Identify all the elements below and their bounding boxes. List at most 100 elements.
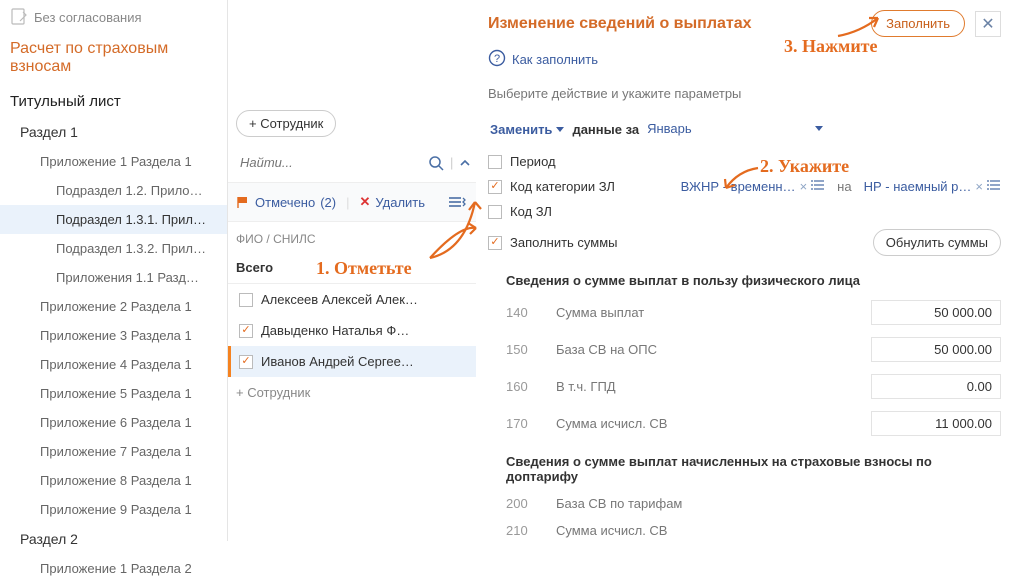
nav-item[interactable]: Приложение 4 Раздела 1: [0, 350, 227, 379]
fill-sums-checkbox[interactable]: [488, 236, 502, 250]
add-employee-bottom[interactable]: + Сотрудник: [228, 377, 476, 408]
row-value-input[interactable]: 50 000.00: [871, 337, 1001, 362]
nav-item[interactable]: Приложение 1 Раздела 1: [0, 147, 227, 176]
approval-status: Без согласования: [0, 0, 227, 34]
employee-checkbox[interactable]: [239, 355, 253, 369]
month-dropdown[interactable]: Январь: [645, 117, 825, 141]
period-checkbox[interactable]: [488, 155, 502, 169]
help-icon: ?: [488, 49, 506, 70]
row-label: Сумма исчисл. СВ: [556, 416, 857, 431]
row-value-input[interactable]: 0.00: [871, 374, 1001, 399]
nav-item[interactable]: Приложение 5 Раздела 1: [0, 379, 227, 408]
data-row: 160 В т.ч. ГПД 0.00: [476, 368, 1013, 405]
column-header: ФИО / СНИЛС: [228, 222, 476, 252]
nav-item[interactable]: Раздел 2: [0, 524, 227, 554]
row-label: Сумма исчисл. СВ: [556, 523, 1001, 538]
row-code: 140: [506, 305, 542, 320]
code-cat-to-text: НР - наемный р…: [864, 179, 972, 194]
employee-panel: + Сотрудник | Отмечено(2) | ✕ Удалить ФИ…: [228, 0, 476, 541]
clear-icon[interactable]: ×: [975, 179, 983, 194]
total-row: Всего: [228, 252, 476, 284]
panel-title: Изменение сведений о выплатах: [488, 15, 861, 33]
data-row: 210 Сумма исчисл. СВ: [476, 517, 1013, 544]
svg-text:?: ?: [494, 53, 500, 65]
row-code: 160: [506, 379, 542, 394]
nav-item[interactable]: Приложение 1 Раздела 2: [0, 554, 227, 583]
row-label: База СВ по тарифам: [556, 496, 1001, 511]
nav-item[interactable]: Раздел 1: [0, 117, 227, 147]
chevron-down-icon: [815, 126, 823, 131]
nav-item[interactable]: Приложение 2 Раздела 1: [0, 292, 227, 321]
marked-label: Отмечено: [255, 195, 315, 210]
fill-sums-label: Заполнить суммы: [510, 235, 618, 250]
hint-text: Выберите действие и укажите параметры: [476, 78, 1013, 109]
reset-sums-button[interactable]: Обнулить суммы: [873, 229, 1001, 256]
data-row: 170Сумма исчисл. СВ11 000.00: [476, 405, 1013, 442]
code-zl-checkbox[interactable]: [488, 205, 502, 219]
sort-icon[interactable]: [446, 191, 468, 213]
code-cat-on: на: [833, 179, 855, 194]
search-input[interactable]: [236, 149, 422, 176]
nav-item[interactable]: Приложение 7 Раздела 1: [0, 437, 227, 466]
section1-rows: 140Сумма выплат50 000.00150База СВ на ОП…: [476, 294, 1013, 442]
delete-label: Удалить: [375, 195, 425, 210]
data-row: 140Сумма выплат50 000.00: [476, 294, 1013, 331]
row-code: 150: [506, 342, 542, 357]
section2-heading: Сведения о сумме выплат начисленных на с…: [476, 442, 1013, 490]
data-row: 150База СВ на ОПС50 000.00: [476, 331, 1013, 368]
employee-row[interactable]: Иванов Андрей Сергее…: [228, 346, 476, 377]
marked-button[interactable]: Отмечено(2): [236, 195, 336, 210]
action-dropdown[interactable]: Заменить: [488, 118, 566, 141]
employee-name: Алексеев Алексей Алек…: [261, 292, 418, 307]
row-code: 200: [506, 496, 542, 511]
period-label: Период: [510, 154, 556, 169]
section2-rows: 200 База СВ по тарифам 210 Сумма исчисл. СВ: [476, 490, 1013, 544]
employee-row[interactable]: Давыденко Наталья Ф…: [228, 315, 476, 346]
collapse-icon[interactable]: [459, 152, 471, 174]
nav-item[interactable]: Подраздел 1.3.1. Прил…: [0, 205, 227, 234]
nav-item[interactable]: Приложения 1.1 Разд…: [0, 263, 227, 292]
clear-icon[interactable]: ×: [800, 179, 808, 194]
nav-item[interactable]: Титульный лист: [0, 86, 227, 117]
add-employee-button[interactable]: + Сотрудник: [236, 110, 336, 137]
code-cat-checkbox[interactable]: [488, 180, 502, 194]
fill-button[interactable]: Заполнить: [871, 10, 965, 37]
search-icon[interactable]: [428, 152, 444, 174]
employee-row[interactable]: Алексеев Алексей Алек…: [228, 284, 476, 315]
list-icon[interactable]: [987, 179, 1001, 194]
help-link-text: Как заполнить: [512, 52, 598, 67]
help-link[interactable]: ? Как заполнить: [476, 41, 1013, 78]
nav-item[interactable]: Приложение 3 Раздела 1: [0, 321, 227, 350]
change-panel: Изменение сведений о выплатах Заполнить …: [476, 0, 1013, 541]
month-dropdown-label: Январь: [647, 121, 692, 136]
nav-item[interactable]: Приложение 8 Раздела 1: [0, 466, 227, 495]
chevron-down-icon: [556, 127, 564, 132]
delete-icon: ✕: [360, 194, 371, 210]
nav-list: Титульный листРаздел 1Приложение 1 Разде…: [0, 86, 227, 583]
section1-heading: Сведения о сумме выплат в пользу физичес…: [476, 261, 1013, 294]
code-zl-label: Код ЗЛ: [510, 204, 552, 219]
nav-item[interactable]: Приложение 9 Раздела 1: [0, 495, 227, 524]
nav-item[interactable]: Подраздел 1.3.2. Прил…: [0, 234, 227, 263]
code-cat-from-text: ВЖНР - временн…: [681, 179, 796, 194]
row-value-input[interactable]: 11 000.00: [871, 411, 1001, 436]
code-cat-to-select[interactable]: НР - наемный р… ×: [864, 179, 1001, 194]
nav-item[interactable]: Подраздел 1.2. Прило…: [0, 176, 227, 205]
code-cat-label: Код категории ЗЛ: [510, 179, 615, 194]
employee-name: Иванов Андрей Сергее…: [261, 354, 414, 369]
report-title: Расчет по страховым взносам: [0, 34, 227, 86]
nav-item[interactable]: Приложение 6 Раздела 1: [0, 408, 227, 437]
close-button[interactable]: ✕: [975, 11, 1001, 37]
action-dropdown-label: Заменить: [490, 122, 552, 137]
code-cat-from-select[interactable]: ВЖНР - временн… ×: [681, 179, 826, 194]
employee-checkbox[interactable]: [239, 324, 253, 338]
flag-icon: [236, 195, 250, 209]
employee-name: Давыденко Наталья Ф…: [261, 323, 409, 338]
delete-button[interactable]: ✕ Удалить: [360, 194, 426, 210]
row-value-input[interactable]: 50 000.00: [871, 300, 1001, 325]
list-icon[interactable]: [811, 179, 825, 194]
data-row: 200 База СВ по тарифам: [476, 490, 1013, 517]
row-code: 210: [506, 523, 542, 538]
employee-checkbox[interactable]: [239, 293, 253, 307]
row-label: В т.ч. ГПД: [556, 379, 857, 394]
